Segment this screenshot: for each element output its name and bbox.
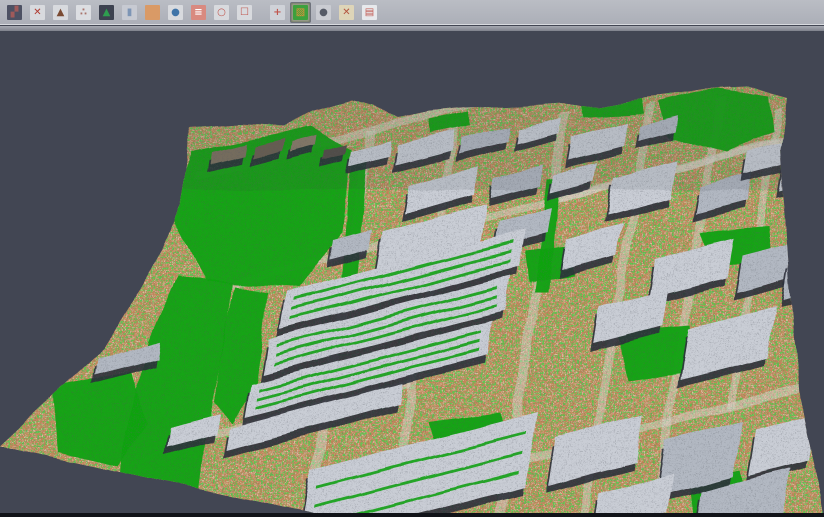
navigation-button[interactable]: ● bbox=[165, 2, 186, 23]
clear-selection-icon: ✕ bbox=[339, 5, 354, 20]
window-bottom-edge bbox=[0, 513, 824, 517]
classes-icon: ≡ bbox=[191, 5, 206, 20]
clear-selection-button[interactable]: ✕ bbox=[336, 2, 357, 23]
terrain-button[interactable]: ▲ bbox=[50, 2, 71, 23]
camera-button[interactable]: ● bbox=[313, 2, 334, 23]
circle-selection-button[interactable]: ○ bbox=[211, 2, 232, 23]
scene-canvas[interactable] bbox=[0, 31, 824, 513]
rectangle-selection-icon: ☐ bbox=[237, 5, 252, 20]
sparse-cloud-button[interactable]: ∴ bbox=[73, 2, 94, 23]
orthomosaic-icon bbox=[145, 5, 160, 20]
markers-button[interactable]: ✕ bbox=[27, 2, 48, 23]
terrain-icon: ▲ bbox=[53, 5, 68, 20]
dense-cloud-button[interactable]: ▞ bbox=[4, 2, 25, 23]
classification-colors-button[interactable]: ▧ bbox=[290, 2, 311, 23]
ruler-button[interactable]: ▮ bbox=[119, 2, 140, 23]
orthomosaic-button[interactable] bbox=[142, 2, 163, 23]
delete-faces-button[interactable]: ▤ bbox=[359, 2, 380, 23]
model-viewport[interactable] bbox=[0, 31, 824, 513]
mesh-icon: ▲ bbox=[99, 5, 114, 20]
sparse-cloud-icon: ∴ bbox=[76, 5, 91, 20]
markers-icon: ✕ bbox=[30, 5, 45, 20]
region-icon: + bbox=[270, 5, 285, 20]
rectangle-selection-button[interactable]: ☐ bbox=[234, 2, 255, 23]
classification-colors-icon: ▧ bbox=[293, 5, 308, 20]
mesh-button[interactable]: ▲ bbox=[96, 2, 117, 23]
camera-icon: ● bbox=[316, 5, 331, 20]
toolbar: ▞ ✕ ▲ ∴ ▲ ▮ ● ≡ ○ ☐ + ▧ ● ✕ ▤ bbox=[0, 0, 824, 25]
circle-selection-icon: ○ bbox=[214, 5, 229, 20]
delete-faces-icon: ▤ bbox=[362, 5, 377, 20]
region-button[interactable]: + bbox=[267, 2, 288, 23]
classes-button[interactable]: ≡ bbox=[188, 2, 209, 23]
toolbar-edge bbox=[0, 26, 824, 31]
dense-cloud-icon: ▞ bbox=[7, 5, 22, 20]
navigation-icon: ● bbox=[168, 5, 183, 20]
ruler-icon: ▮ bbox=[122, 5, 137, 20]
